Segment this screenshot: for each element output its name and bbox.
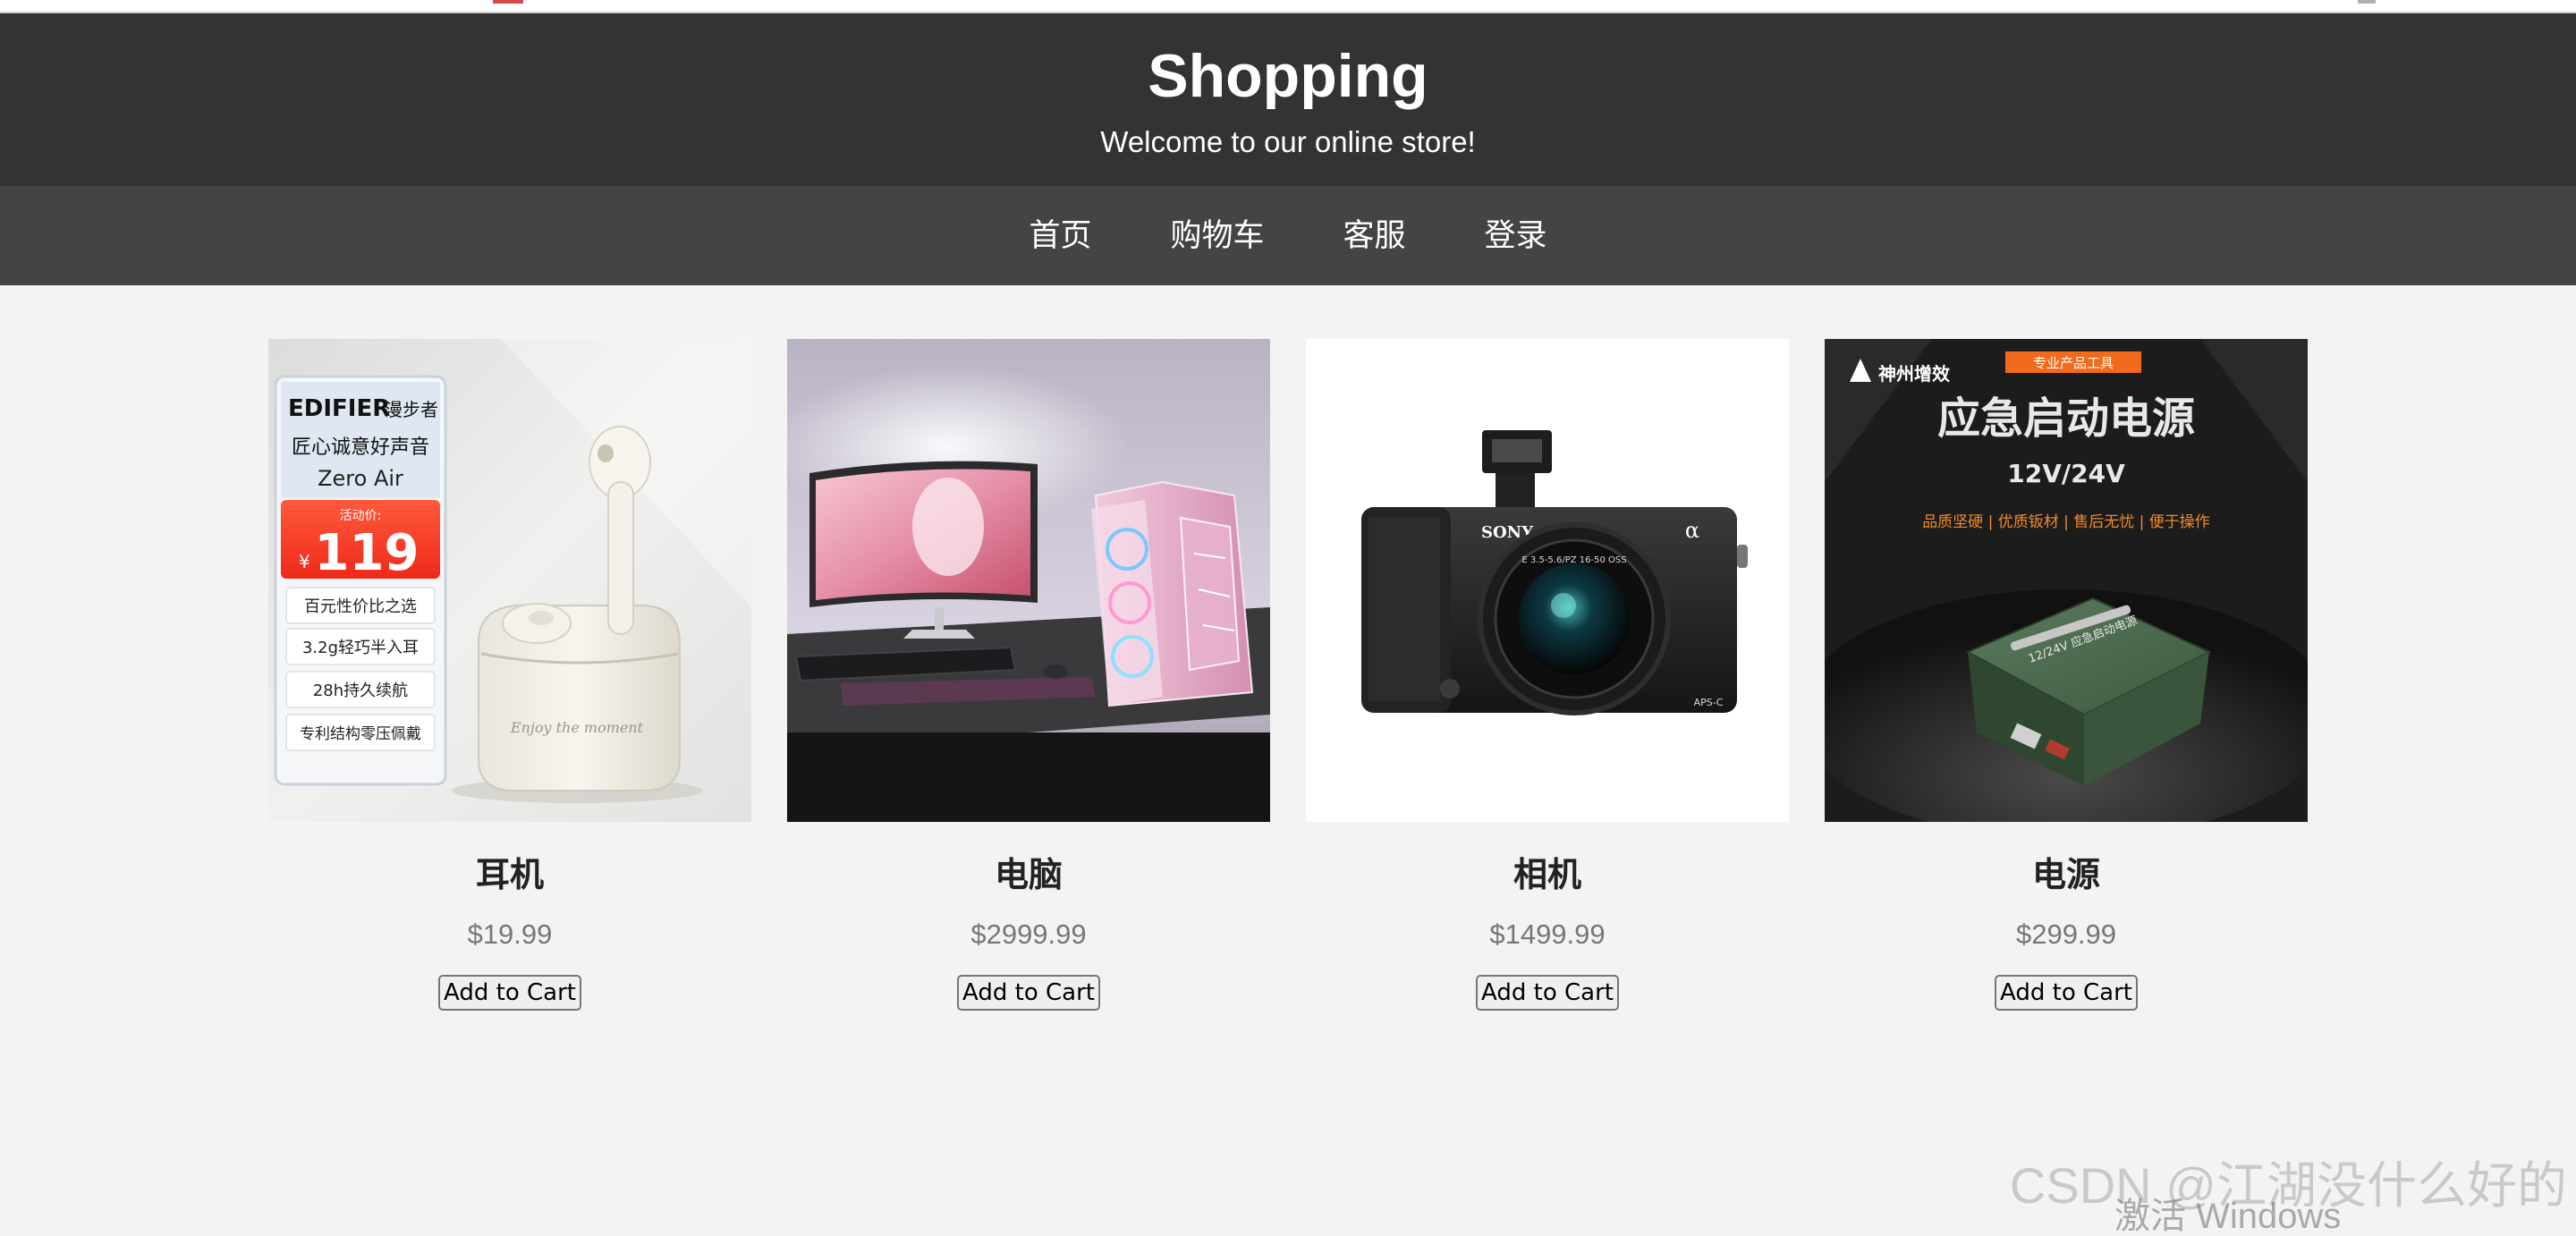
nav-item-support: 客服 [1304,218,1445,254]
product-name: 电源 [2031,857,2100,894]
product-name: 相机 [1513,857,1581,894]
nav-item-login: 登录 [1445,218,1587,254]
tab-indicator [493,0,523,4]
earphones-photo: EDIFIER 漫步者 匠心诚意好声音 Zero Air 活动价: ¥ 119 … [268,339,751,822]
product-card-camera: SONY α E 3.5-5.6/PZ 16-50 OSS APS-C 相机 $… [1306,339,1789,1011]
earphones-feature-2: 3.2g轻巧半入耳 [302,639,419,657]
power-headline: 应急启动电源 [1937,394,2195,444]
product-price: $19.99 [467,919,553,950]
earphones-feature-4: 专利结构零压佩戴 [300,725,421,743]
earphones-case-script: Enjoy the moment [510,719,644,736]
nav-item-cart: 购物车 [1131,218,1303,254]
earphones-currency: ¥ [299,551,310,572]
product-price: $2999.99 [970,919,1087,950]
earphones-model: Zero Air [318,466,403,491]
camera-lens-text: E 3.5-5.6/PZ 16-50 OSS [1521,555,1626,565]
nav-list: 首页 购物车 客服 登录 [0,186,2576,285]
earphones-promo-label: 活动价: [340,509,382,523]
power-features: 品质坚硬 | 优质钣材 | 售后无忧 | 便于操作 [1922,513,2210,531]
site-title: Shopping [1148,42,1428,110]
product-image-power: 神州增效 专业产品工具 应急启动电源 12V/24V 品质坚硬 | 优质钣材 |… [1825,339,2308,822]
add-to-cart-button[interactable]: Add to Cart [1995,975,2138,1011]
product-image-computer [787,339,1270,822]
product-card-power: 神州增效 专业产品工具 应急启动电源 12V/24V 品质坚硬 | 优质钣材 |… [1825,339,2308,1011]
earphones-feature-3: 28h持久续航 [313,681,408,700]
scroll-indicator [2358,0,2376,4]
add-to-cart-button[interactable]: Add to Cart [438,975,581,1011]
power-voltage: 12V/24V [2007,459,2125,488]
browser-top-edge [0,0,2576,13]
main-nav: 首页 购物车 客服 登录 [0,186,2576,285]
product-card-earphones: EDIFIER 漫步者 匠心诚意好声音 Zero Air 活动价: ¥ 119 … [268,339,751,1011]
camera-photo: SONY α E 3.5-5.6/PZ 16-50 OSS APS-C [1306,339,1789,822]
product-name: 耳机 [475,857,544,894]
earphones-brand: EDIFIER [288,395,390,422]
add-to-cart-button[interactable]: Add to Cart [957,975,1100,1011]
site-header: Shopping Welcome to our online store! [0,13,2576,186]
windows-activation-notice: 激活 Windows [2114,1197,2342,1236]
power-badge: 专业产品工具 [2033,355,2114,371]
add-to-cart-button[interactable]: Add to Cart [1476,975,1619,1011]
power-supply-photo: 神州增效 专业产品工具 应急启动电源 12V/24V 品质坚硬 | 优质钣材 |… [1825,339,2308,822]
product-image-earphones: EDIFIER 漫步者 匠心诚意好声音 Zero Air 活动价: ¥ 119 … [268,339,751,822]
nav-link-home[interactable]: 首页 [1029,218,1091,253]
product-image-camera: SONY α E 3.5-5.6/PZ 16-50 OSS APS-C [1306,339,1789,822]
power-logo-text: 神州增效 [1878,363,1950,385]
product-price: $1499.99 [1489,919,1606,950]
earphones-feature-1: 百元性价比之选 [304,597,417,616]
nav-item-home: 首页 [989,218,1131,254]
nav-link-support[interactable]: 客服 [1343,218,1406,253]
product-card-computer: 电脑 $2999.99 Add to Cart [787,339,1270,1011]
nav-link-cart[interactable]: 购物车 [1170,218,1264,253]
camera-mark: α [1685,518,1699,543]
computer-photo [787,339,1270,822]
earphones-promo-price: 119 [315,524,419,582]
nav-link-login[interactable]: 登录 [1485,218,1547,253]
site-tagline: Welcome to our online store! [1100,125,1476,158]
product-name: 电脑 [994,857,1063,894]
earphones-slogan: 匠心诚意好声音 [292,436,429,459]
product-price: $299.99 [2015,919,2117,950]
camera-sensor-label: APS-C [1694,697,1724,708]
earphones-brand-cn: 漫步者 [385,399,438,420]
